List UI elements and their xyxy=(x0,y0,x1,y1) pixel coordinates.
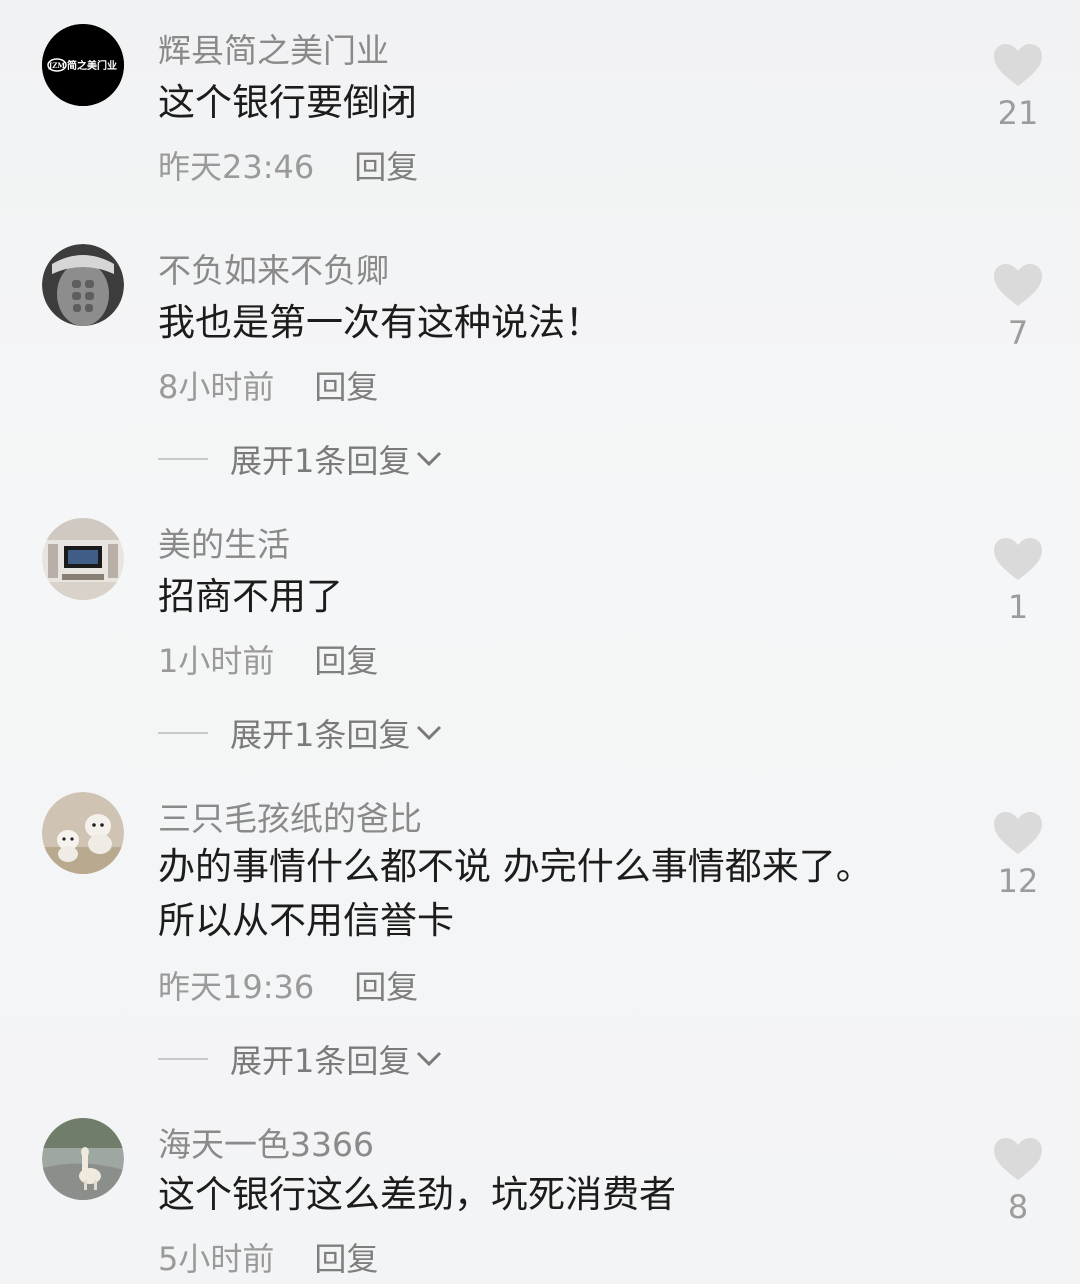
chevron-down-icon xyxy=(417,1051,442,1067)
timestamp: 昨天23:46 xyxy=(158,148,315,186)
divider-line xyxy=(158,1058,208,1060)
comment-meta: 昨天19:36 回复 xyxy=(158,962,418,1008)
reply-button[interactable]: 回复 xyxy=(314,368,378,406)
avatar[interactable]: JZM 简之美门业 xyxy=(42,24,124,106)
username[interactable]: 辉县简之美门业 xyxy=(158,24,389,72)
expand-replies[interactable]: 展开1条回复 xyxy=(158,710,442,756)
divider-line xyxy=(158,458,208,460)
reply-button[interactable]: 回复 xyxy=(354,148,418,186)
heart-icon xyxy=(994,264,1042,306)
divider-line xyxy=(158,732,208,734)
logo-avatar-image: JZM 简之美门业 xyxy=(42,24,124,106)
comment-text-line-1: 办的事情什么都不说 办完什么事情都来了。 xyxy=(158,845,873,888)
svg-text:简之美门业: 简之美门业 xyxy=(67,59,117,72)
like-button[interactable]: 21 xyxy=(990,44,1046,132)
puppies-avatar-image xyxy=(42,792,124,874)
comment-meta: 5小时前 回复 xyxy=(158,1234,378,1280)
avatar[interactable] xyxy=(42,792,124,874)
comment-text: 招商不用了 xyxy=(158,575,343,618)
username[interactable]: 不负如来不负卿 xyxy=(158,244,389,292)
like-button[interactable]: 12 xyxy=(990,812,1046,900)
alpaca-avatar-image xyxy=(42,1118,124,1200)
comment-text: 我也是第一次有这种说法！ xyxy=(158,301,602,344)
timestamp: 8小时前 xyxy=(158,368,275,406)
like-count: 8 xyxy=(1007,1188,1029,1226)
reply-button[interactable]: 回复 xyxy=(314,1240,378,1278)
chevron-down-icon xyxy=(417,725,442,741)
like-button[interactable]: 1 xyxy=(990,538,1046,626)
reply-button[interactable]: 回复 xyxy=(354,968,418,1006)
expand-replies-label: 展开1条回复 xyxy=(230,1042,411,1080)
heart-icon xyxy=(994,538,1042,580)
like-count: 12 xyxy=(997,862,1039,900)
expand-replies[interactable]: 展开1条回复 xyxy=(158,1036,442,1082)
like-count: 21 xyxy=(997,94,1039,132)
avatar[interactable] xyxy=(42,1118,124,1200)
comment-meta: 昨天23:46 回复 xyxy=(158,142,418,188)
heart-icon xyxy=(994,812,1042,854)
timestamp: 昨天19:36 xyxy=(158,968,315,1006)
like-count: 7 xyxy=(1007,314,1029,352)
timestamp: 1小时前 xyxy=(158,642,275,680)
avatar[interactable] xyxy=(42,244,124,326)
avatar[interactable] xyxy=(42,518,124,600)
timestamp: 5小时前 xyxy=(158,1240,275,1278)
expand-replies[interactable]: 展开1条回复 xyxy=(158,436,442,482)
username[interactable]: 美的生活 xyxy=(158,518,290,566)
like-count: 1 xyxy=(1007,588,1029,626)
chevron-down-icon xyxy=(417,451,442,467)
expand-replies-label: 展开1条回复 xyxy=(230,442,411,480)
expand-replies-label: 展开1条回复 xyxy=(230,716,411,754)
svg-text:JZM: JZM xyxy=(48,61,65,70)
comment-text-line-2: 所以从不用信誉卡 xyxy=(158,899,454,942)
comment-meta: 8小时前 回复 xyxy=(158,362,378,408)
muscle-avatar-image xyxy=(42,244,124,326)
like-button[interactable]: 7 xyxy=(990,264,1046,352)
tv-room-avatar-image xyxy=(42,518,124,600)
username[interactable]: 海天一色3366 xyxy=(158,1118,374,1166)
username[interactable]: 三只毛孩纸的爸比 xyxy=(158,792,422,840)
comment-meta: 1小时前 回复 xyxy=(158,636,378,682)
heart-icon xyxy=(994,44,1042,86)
comment-text: 这个银行这么差劲，坑死消费者 xyxy=(158,1173,676,1216)
comment-text: 这个银行要倒闭 xyxy=(158,81,417,124)
like-button[interactable]: 8 xyxy=(990,1138,1046,1226)
reply-button[interactable]: 回复 xyxy=(314,642,378,680)
heart-icon xyxy=(994,1138,1042,1180)
